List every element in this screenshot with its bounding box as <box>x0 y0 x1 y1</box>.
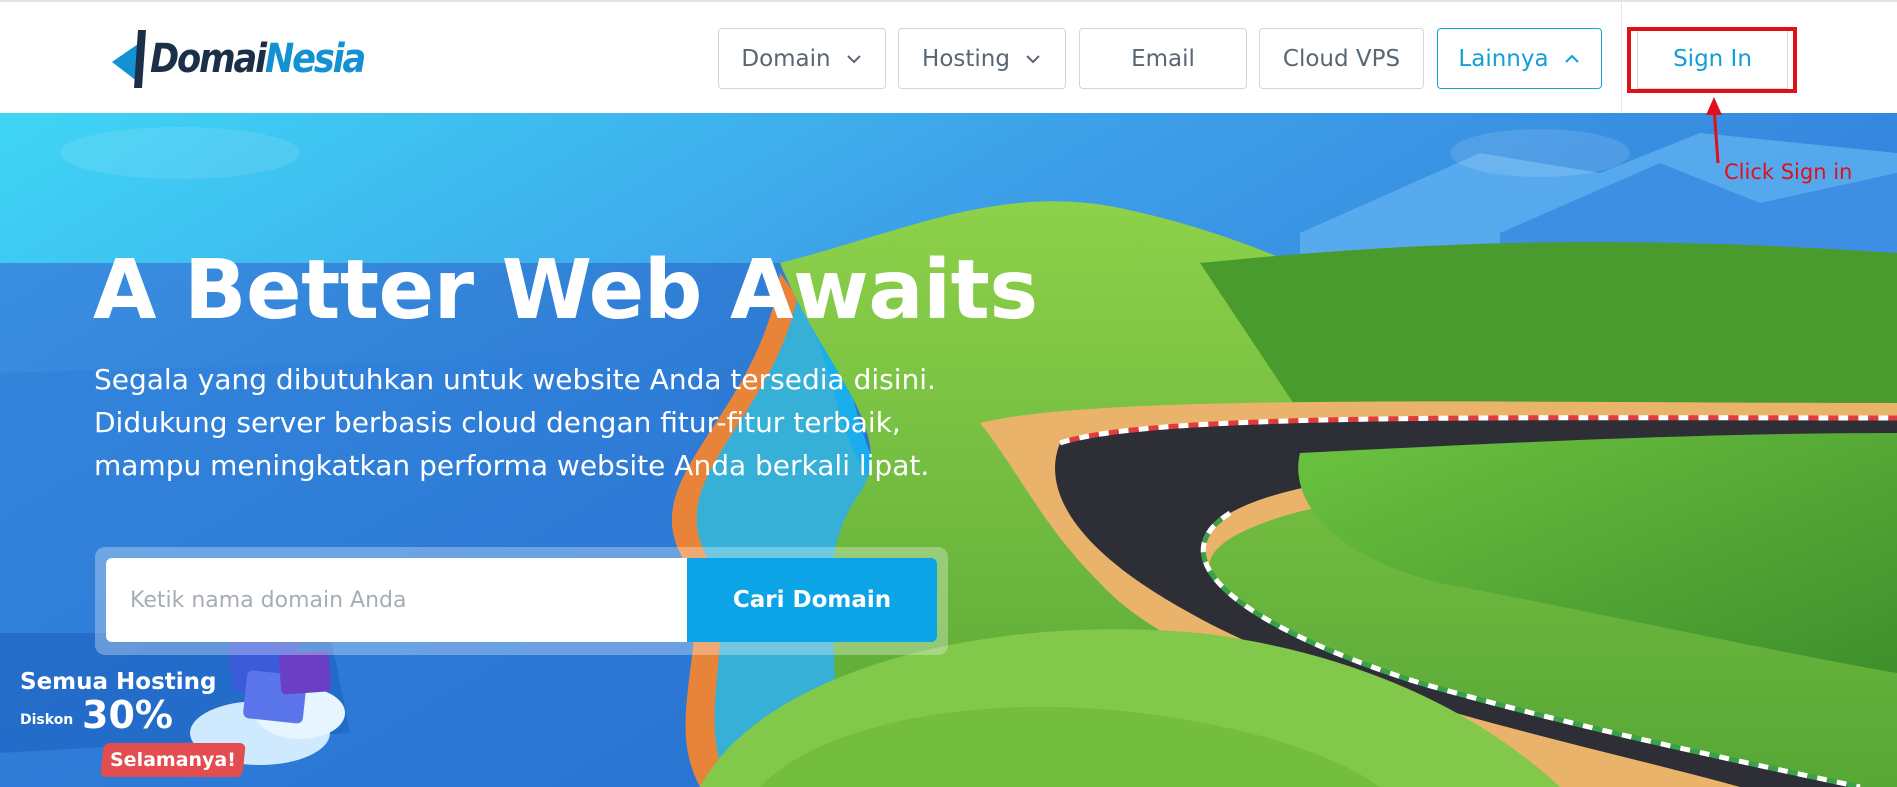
hero-subtitle-line: Segala yang dibutuhkan untuk website And… <box>94 363 936 396</box>
nav-divider <box>1621 2 1622 115</box>
hosting-discount-promo[interactable]: Semua Hosting Diskon 30% Selamanya! <box>0 633 370 787</box>
top-navigation-bar: DomaiNesia Domain Hosting Email Cloud VP… <box>0 0 1897 115</box>
nav-hosting-button[interactable]: Hosting <box>898 28 1066 89</box>
chevron-down-icon <box>846 54 861 63</box>
nav-domain-label: Domain <box>741 45 831 72</box>
promo-title: Semua Hosting <box>20 669 217 695</box>
nav-lainnya-button[interactable]: Lainnya <box>1437 28 1602 89</box>
nav-cloud-vps-button[interactable]: Cloud VPS <box>1259 28 1424 89</box>
nav-email-button[interactable]: Email <box>1079 28 1247 89</box>
hero-subtitle-line: Didukung server berbasis cloud dengan fi… <box>94 406 901 439</box>
nav-lainnya-label: Lainnya <box>1458 45 1549 72</box>
sign-in-button[interactable]: Sign In <box>1637 28 1788 89</box>
hero-title: A Better Web Awaits <box>93 243 1038 338</box>
annotation-arrow-icon <box>1706 97 1722 164</box>
promo-ribbon: Selamanya! <box>100 743 246 777</box>
cari-domain-button[interactable]: Cari Domain <box>687 558 937 642</box>
nav-cloud-vps-label: Cloud VPS <box>1282 45 1401 72</box>
hero-subtitle: Segala yang dibutuhkan untuk website And… <box>94 358 954 487</box>
hero-subtitle-line: mampu meningkatkan performa website Anda… <box>94 449 930 482</box>
promo-percent: 30% <box>82 693 173 737</box>
chevron-up-icon <box>1564 54 1579 63</box>
annotation-click-sign-in: Click Sign in <box>1724 160 1853 184</box>
logo-wordmark: DomaiNesia <box>150 36 366 82</box>
nav-hosting-label: Hosting <box>922 45 1010 72</box>
hero-section: A Better Web Awaits Segala yang dibutuhk… <box>0 113 1897 787</box>
nav-email-label: Email <box>1131 45 1195 72</box>
promo-ribbon-label: Selamanya! <box>110 749 236 771</box>
domainesia-logo[interactable]: DomaiNesia <box>112 26 393 92</box>
chevron-down-icon <box>1026 54 1040 63</box>
nav-domain-button[interactable]: Domain <box>718 28 886 89</box>
domain-search-input[interactable] <box>106 558 688 642</box>
sign-in-label: Sign In <box>1673 45 1752 72</box>
promo-diskon-label: Diskon <box>20 712 74 728</box>
